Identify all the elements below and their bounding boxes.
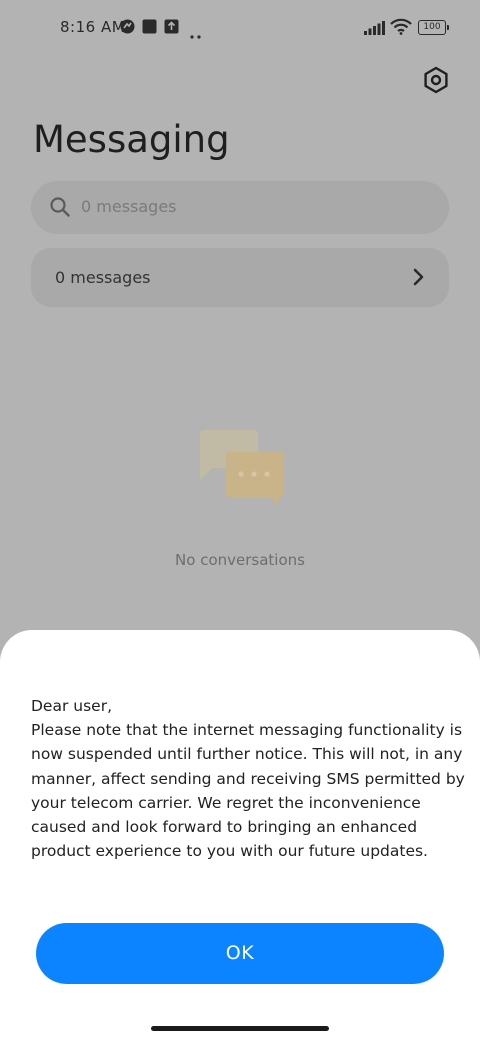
status-bar: 8:16 AM 100 xyxy=(0,0,480,56)
dialog-message: Dear user, Please note that the internet… xyxy=(31,697,465,861)
settings-icon xyxy=(420,66,452,100)
notice-dialog: Dear user, Please note that the internet… xyxy=(0,630,480,1040)
upload-icon xyxy=(164,19,179,38)
wifi-icon xyxy=(390,18,412,39)
search-icon xyxy=(49,196,71,222)
more-dots-icon xyxy=(190,24,202,43)
message-count-label: 0 messages xyxy=(55,268,151,287)
battery-icon: 100 xyxy=(418,20,449,35)
ok-button[interactable]: OK xyxy=(36,923,444,984)
messenger-icon xyxy=(120,19,135,38)
status-time: 8:16 AM xyxy=(60,18,126,36)
chat-bubbles-icon xyxy=(196,428,286,512)
page-title: Messaging xyxy=(33,118,230,161)
settings-button[interactable] xyxy=(420,64,452,96)
chevron-right-icon xyxy=(413,268,425,290)
signal-icon xyxy=(364,20,386,39)
home-indicator[interactable] xyxy=(151,1026,329,1031)
message-summary-row[interactable]: 0 messages xyxy=(31,248,449,307)
search-bar[interactable]: 0 messages xyxy=(31,181,449,234)
search-input[interactable]: 0 messages xyxy=(81,197,177,216)
empty-state-label: No conversations xyxy=(175,551,305,569)
square-app-icon xyxy=(142,19,157,38)
